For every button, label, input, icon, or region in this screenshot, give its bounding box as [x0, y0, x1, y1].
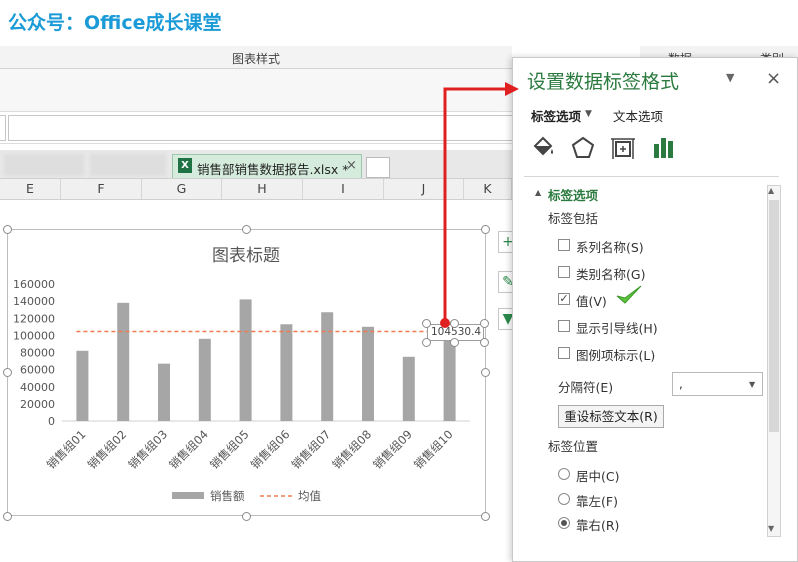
annotation-arrow: [440, 82, 519, 328]
